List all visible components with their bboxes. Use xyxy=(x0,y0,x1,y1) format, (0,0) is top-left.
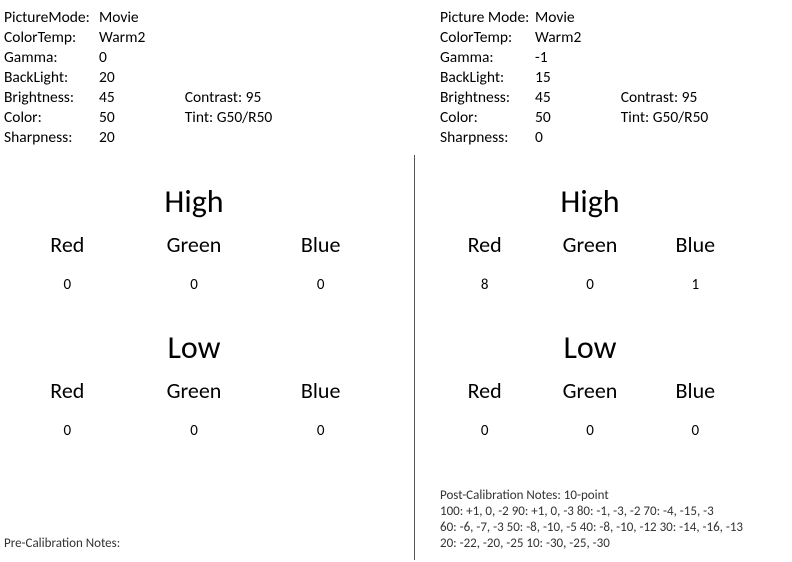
backlight-value: 20 xyxy=(99,68,115,88)
green-label: Green xyxy=(131,231,258,258)
backlight-label: BackLight: xyxy=(4,68,99,88)
sharpness-value: 20 xyxy=(99,128,115,148)
tint-label: Tint: xyxy=(621,108,649,127)
tint-value: G50/R50 xyxy=(653,108,709,127)
brightness-label: Brightness: xyxy=(4,88,99,108)
high-title: High xyxy=(432,182,748,221)
low-green-value: 0 xyxy=(537,422,642,440)
gamma-label: Gamma: xyxy=(4,48,99,68)
pre-calibration-notes: Pre-Calibration Notes: xyxy=(4,536,384,552)
gamma-value: 0 xyxy=(99,48,107,68)
blue-label: Blue xyxy=(643,377,748,404)
pre-settings: PictureMode: Movie ColorTemp: Warm2 Gamm… xyxy=(4,8,384,148)
contrast-label: Contrast: xyxy=(185,88,242,107)
low-blue-value: 0 xyxy=(257,422,384,440)
low-red-value: 0 xyxy=(4,422,131,440)
post-low-block: Low Red Green Blue 0 0 0 xyxy=(400,328,780,440)
high-green-value: 0 xyxy=(537,276,642,294)
tint-label: Tint: xyxy=(185,108,213,127)
high-red-value: 0 xyxy=(4,276,131,294)
low-green-value: 0 xyxy=(131,422,258,440)
post-high-block: High Red Green Blue 8 0 1 xyxy=(400,182,780,294)
low-red-value: 0 xyxy=(432,422,537,440)
blue-label: Blue xyxy=(257,377,384,404)
color-value: 50 xyxy=(535,108,551,128)
contrast-value: 95 xyxy=(682,88,698,107)
color-temp-value: Warm2 xyxy=(535,28,581,48)
color-label: Color: xyxy=(4,108,99,128)
color-label: Color: xyxy=(440,108,535,128)
color-temp-value: Warm2 xyxy=(99,28,145,48)
brightness-value: 45 xyxy=(535,88,551,108)
color-temp-label: ColorTemp: xyxy=(4,28,99,48)
blue-label: Blue xyxy=(643,231,748,258)
sharpness-label: Sharpness: xyxy=(4,128,99,148)
picture-mode-label: PictureMode: xyxy=(4,8,99,28)
gamma-label: Gamma: xyxy=(440,48,535,68)
vertical-divider xyxy=(414,155,415,560)
post-calibration-notes: Post-Calibration Notes: 10-point 100: +1… xyxy=(440,488,780,552)
contrast-label: Contrast: xyxy=(621,88,678,107)
backlight-label: BackLight: xyxy=(440,68,535,88)
color-temp-label: ColorTemp: xyxy=(440,28,535,48)
low-title: Low xyxy=(432,328,748,367)
gamma-value: -1 xyxy=(535,48,548,68)
red-label: Red xyxy=(432,377,537,404)
pre-low-block: Low Red Green Blue 0 0 0 xyxy=(4,328,384,440)
high-green-value: 0 xyxy=(131,276,258,294)
backlight-value: 15 xyxy=(535,68,551,88)
picture-mode-label: Picture Mode: xyxy=(440,8,535,28)
blue-label: Blue xyxy=(257,231,384,258)
green-label: Green xyxy=(131,377,258,404)
red-label: Red xyxy=(4,231,131,258)
high-red-value: 8 xyxy=(432,276,537,294)
picture-mode-value: Movie xyxy=(99,8,139,28)
high-title: High xyxy=(4,182,384,221)
picture-mode-value: Movie xyxy=(535,8,575,28)
pre-high-block: High Red Green Blue 0 0 0 xyxy=(4,182,384,294)
red-label: Red xyxy=(4,377,131,404)
high-blue-value: 0 xyxy=(257,276,384,294)
low-blue-value: 0 xyxy=(643,422,748,440)
green-label: Green xyxy=(537,231,642,258)
brightness-value: 45 xyxy=(99,88,115,108)
color-value: 50 xyxy=(99,108,115,128)
high-blue-value: 1 xyxy=(643,276,748,294)
low-title: Low xyxy=(4,328,384,367)
sharpness-label: Sharpness: xyxy=(440,128,535,148)
tint-value: G50/R50 xyxy=(217,108,273,127)
green-label: Green xyxy=(537,377,642,404)
post-settings: Picture Mode: Movie ColorTemp: Warm2 Gam… xyxy=(400,8,780,148)
brightness-label: Brightness: xyxy=(440,88,535,108)
sharpness-value: 0 xyxy=(535,128,543,148)
contrast-value: 95 xyxy=(246,88,262,107)
red-label: Red xyxy=(432,231,537,258)
